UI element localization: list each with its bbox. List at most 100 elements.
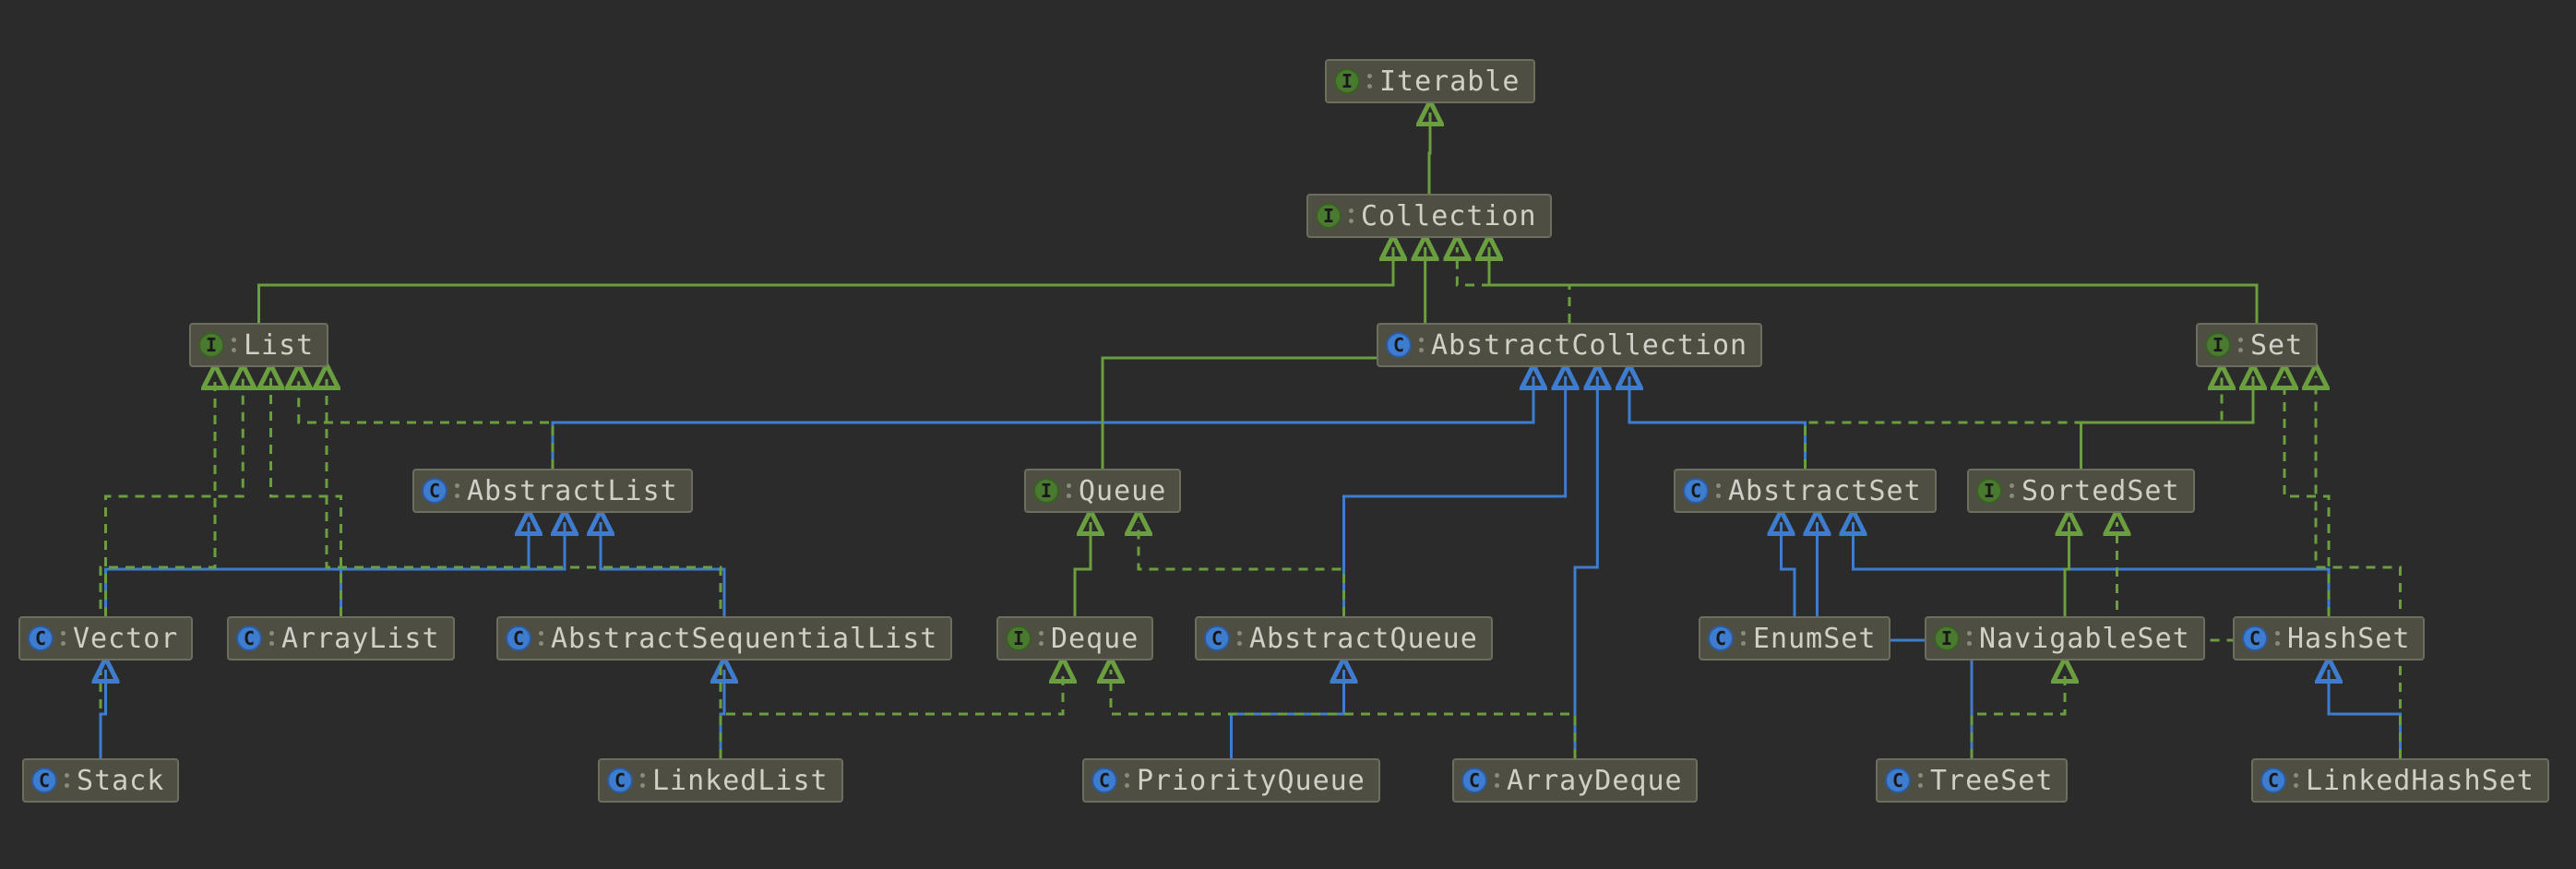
class-icon (1683, 478, 1709, 504)
grip-icon (2294, 764, 2298, 797)
node-label: AbstractSequentialList (551, 623, 937, 655)
edge-linkedlist-to-abstractsequentiallist (721, 670, 724, 758)
node-label: ArrayList (281, 623, 440, 655)
node-label: NavigableSet (1979, 623, 2190, 655)
class-icon (1091, 768, 1117, 793)
edge-vector-to-list (106, 376, 244, 616)
node-sortedset[interactable]: SortedSet (1967, 469, 2195, 513)
grip-icon (61, 622, 66, 655)
grip-icon (1716, 474, 1721, 507)
node-label: Collection (1361, 200, 1537, 232)
interface-icon (1934, 625, 1960, 651)
class-icon (2260, 768, 2286, 793)
grip-icon (2010, 474, 2014, 507)
node-enumset[interactable]: EnumSet (1699, 616, 1890, 661)
class-icon (1708, 625, 1734, 651)
node-label: PriorityQueue (1137, 765, 1366, 797)
diagram-canvas[interactable]: Iterable Collection List AbstractCollection… (0, 0, 2576, 869)
edge-abstractqueue-to-queue (1139, 522, 1344, 616)
edge-linkedhashset-to-hashset (2329, 670, 2401, 758)
node-label: HashSet (2287, 623, 2410, 655)
node-label: Vector (73, 623, 178, 655)
node-linkedhashset[interactable]: LinkedHashSet (2251, 758, 2549, 803)
node-label: Queue (1079, 475, 1166, 507)
node-abstractlist[interactable]: AbstractList (412, 469, 693, 513)
edges-layer (0, 0, 2576, 869)
node-label: AbstractQueue (1249, 623, 1478, 655)
grip-icon (1125, 764, 1129, 797)
grip-icon (65, 764, 69, 797)
node-arraylist[interactable]: ArrayList (227, 616, 455, 661)
edge-list-to-collection (259, 247, 1394, 323)
node-label: Iterable (1379, 65, 1521, 98)
node-label: Stack (77, 765, 164, 797)
edge-sortedset-to-set (2081, 376, 2254, 469)
node-abstractset[interactable]: AbstractSet (1674, 469, 1937, 513)
edge-vector-to-abstractlist (106, 522, 530, 616)
node-list[interactable]: List (189, 323, 328, 367)
node-label: AbstractCollection (1431, 329, 1747, 362)
edge-stack-to-list (101, 376, 215, 758)
grip-icon (1495, 764, 1499, 797)
node-label: LinkedList (652, 765, 829, 797)
interface-icon (198, 332, 224, 358)
class-icon (422, 478, 447, 504)
interface-icon (1033, 478, 1059, 504)
grip-icon (455, 474, 459, 507)
class-icon (31, 768, 57, 793)
edge-enumset-to-abstractset (1782, 522, 1795, 616)
node-treeset[interactable]: TreeSet (1876, 758, 2068, 803)
class-icon (1461, 768, 1487, 793)
edge-abstractsequentiallist-to-abstractlist (601, 522, 724, 616)
edge-abstractset-to-abstractcollection (1629, 376, 1806, 469)
edge-priorityqueue-to-abstractqueue (1232, 670, 1344, 758)
interface-icon (1334, 68, 1360, 94)
edge-treeset-to-navigableset (1972, 670, 2065, 758)
edge-arraylist-to-abstractlist (341, 522, 566, 616)
node-set[interactable]: Set (2196, 323, 2318, 367)
edge-arraylist-to-list (271, 376, 341, 616)
grip-icon (1419, 328, 1424, 362)
class-icon (1386, 332, 1412, 358)
node-label: EnumSet (1753, 623, 1876, 655)
edge-deque-to-queue (1075, 522, 1091, 616)
node-label: SortedSet (2021, 475, 2180, 507)
node-label: Set (2250, 329, 2303, 362)
node-vector[interactable]: Vector (18, 616, 193, 661)
class-icon (28, 625, 54, 651)
node-collection[interactable]: Collection (1306, 194, 1552, 238)
node-navigableset[interactable]: NavigableSet (1925, 616, 2205, 661)
edge-abstractqueue-to-abstractcollection (1344, 376, 1566, 616)
interface-icon (1976, 478, 2002, 504)
node-label: TreeSet (1930, 765, 2053, 797)
grip-icon (1741, 622, 1746, 655)
node-deque[interactable]: Deque (996, 616, 1153, 661)
node-priorityqueue[interactable]: PriorityQueue (1082, 758, 1380, 803)
grip-icon (1349, 199, 1354, 232)
grip-icon (1237, 622, 1242, 655)
grip-icon (269, 622, 274, 655)
edge-hashset-to-abstractset (1854, 522, 2330, 616)
class-icon (1204, 625, 1230, 651)
class-icon (1885, 768, 1911, 793)
node-linkedlist[interactable]: LinkedList (598, 758, 843, 803)
node-abstractcollection[interactable]: AbstractCollection (1377, 323, 1762, 367)
node-label: List (244, 329, 314, 362)
grip-icon (232, 328, 236, 362)
node-iterable[interactable]: Iterable (1325, 59, 1535, 103)
class-icon (506, 625, 531, 651)
grip-icon (1367, 65, 1372, 98)
node-hashset[interactable]: HashSet (2233, 616, 2425, 661)
node-queue[interactable]: Queue (1024, 469, 1181, 513)
edge-abstractlist-to-abstractcollection (553, 376, 1533, 469)
node-stack[interactable]: Stack (22, 758, 179, 803)
grip-icon (2238, 328, 2243, 362)
grip-icon (2275, 622, 2280, 655)
node-abstractqueue[interactable]: AbstractQueue (1195, 616, 1493, 661)
node-label: AbstractSet (1728, 475, 1922, 507)
edge-linkedhashset-to-set (2316, 376, 2401, 758)
interface-icon (2205, 332, 2231, 358)
node-arraydeque[interactable]: ArrayDeque (1452, 758, 1698, 803)
edge-linkedlist-to-list (327, 376, 721, 758)
node-abstractsequentiallist[interactable]: AbstractSequentialList (496, 616, 952, 661)
